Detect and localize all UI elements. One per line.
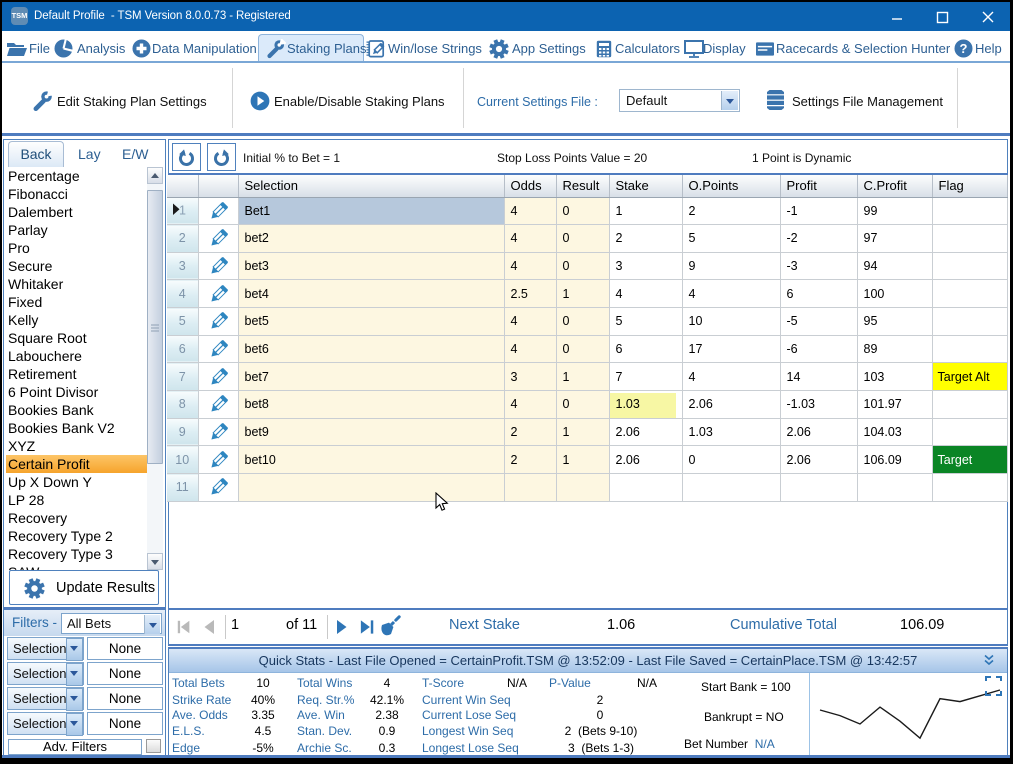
svg-text:1: 1 [179,204,186,217]
svg-text:?: ? [960,41,968,56]
